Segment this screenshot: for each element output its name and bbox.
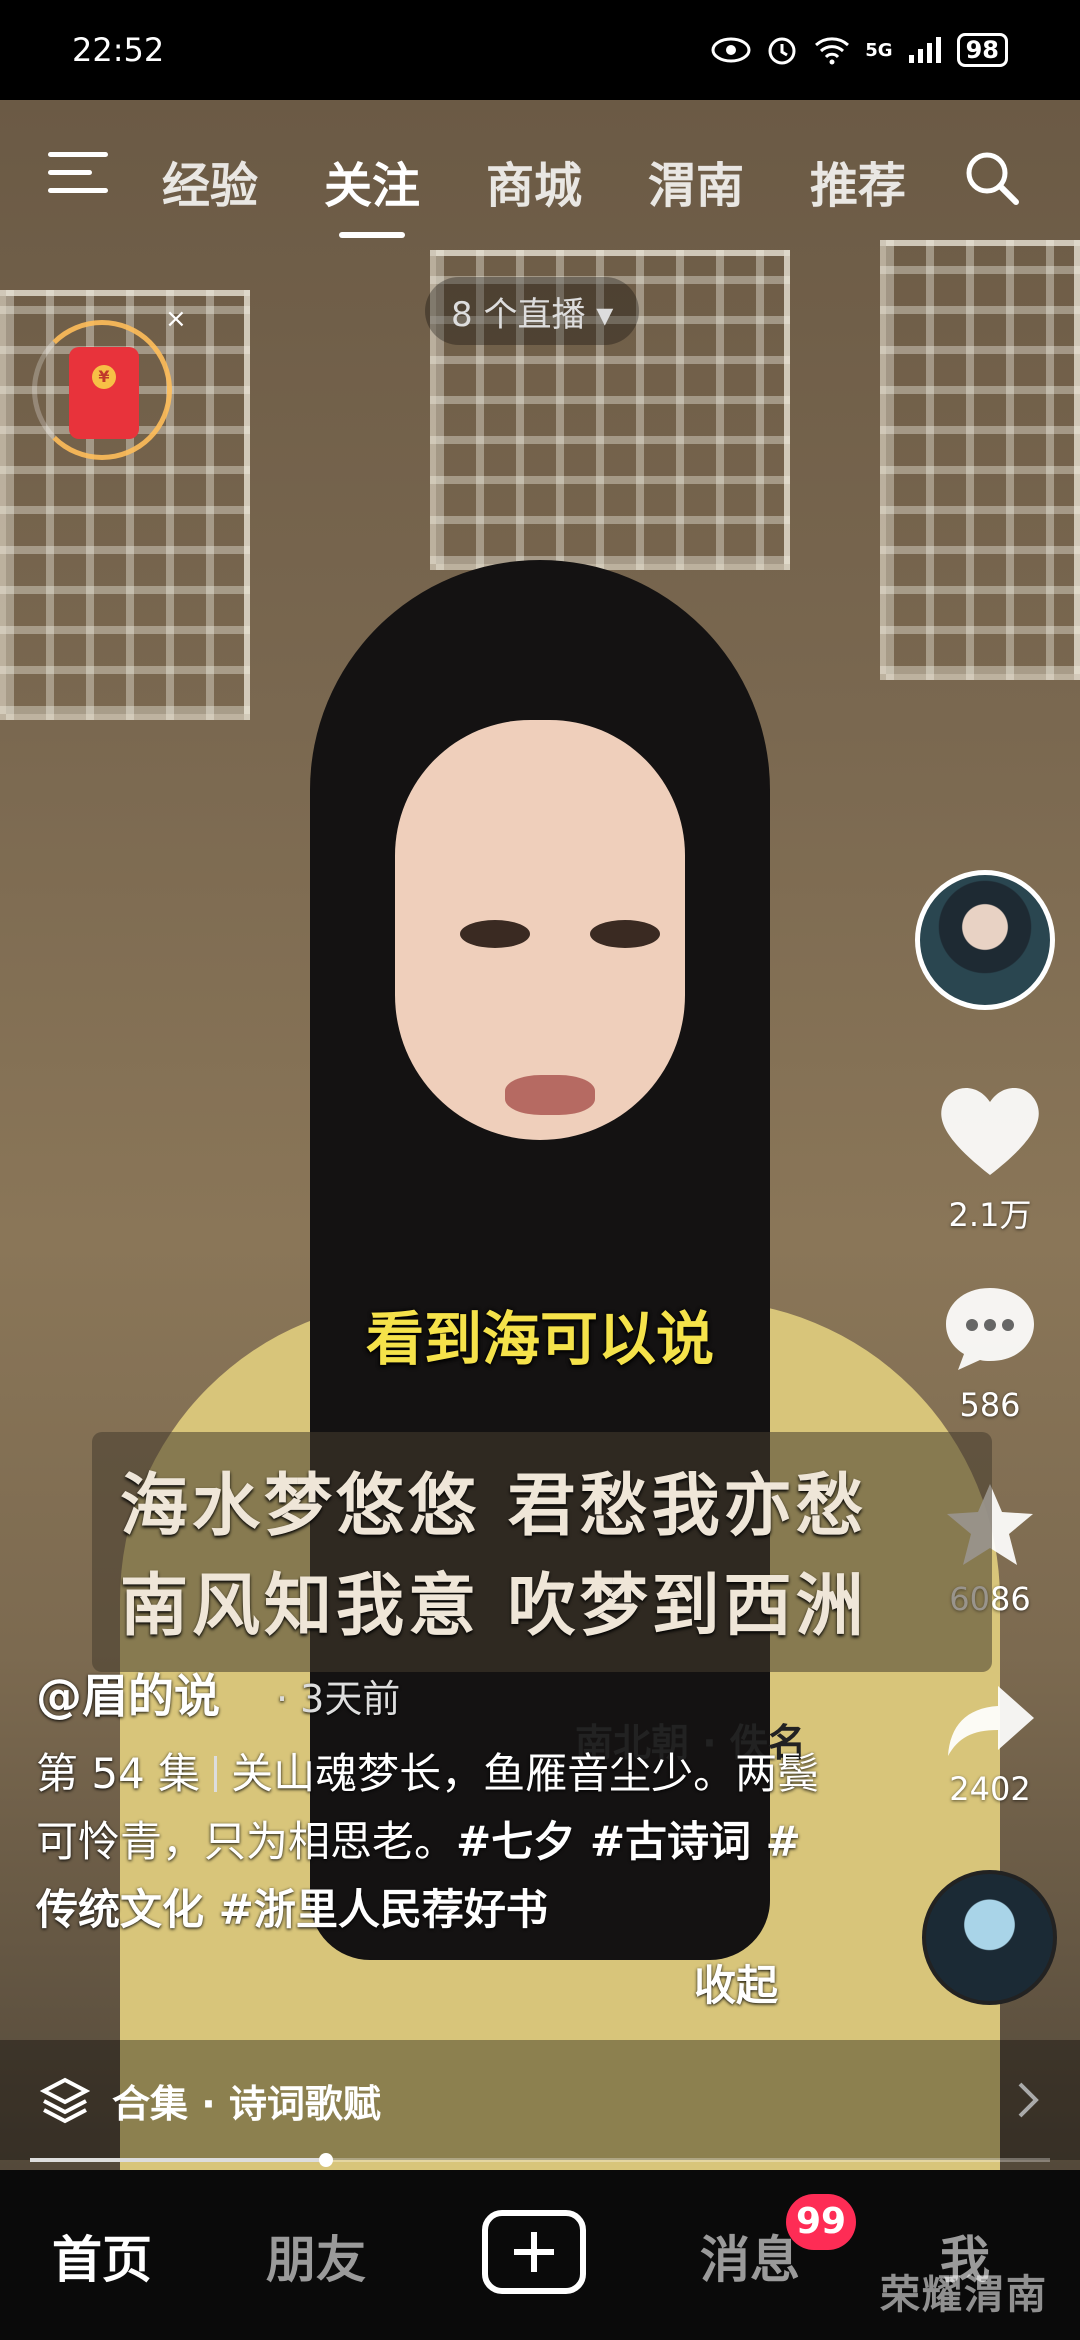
menu-icon[interactable] — [48, 152, 108, 198]
progress-knob[interactable] — [318, 2153, 333, 2167]
top-nav: 经验 关注 商城 渭南 推荐 — [0, 130, 1080, 238]
person-eye-left — [460, 920, 530, 948]
watermark-logo: 荣耀渭南 — [880, 2272, 1048, 2318]
status-time: 22:52 — [72, 31, 165, 69]
red-envelope-icon — [69, 347, 139, 439]
poem-line-2: 南风知我意 吹梦到西洲 — [120, 1566, 868, 1646]
nav-messages[interactable]: 消息 — [700, 2220, 800, 2292]
comment-count: 586 — [959, 1386, 1021, 1424]
tab-recommend[interactable]: 推荐 — [810, 146, 906, 216]
search-icon[interactable] — [962, 148, 1022, 208]
video-progress-bar[interactable] — [30, 2153, 1050, 2167]
network-type: 5G — [865, 39, 893, 61]
red-packet-widget[interactable]: ¥ — [32, 320, 172, 460]
collapse-button[interactable]: 收起 — [694, 1952, 778, 2013]
like-count: 2.1万 — [948, 1196, 1032, 1234]
live-count-pill[interactable]: 8 个直播 ▾ — [425, 277, 640, 345]
author-avatar[interactable] — [915, 870, 1055, 1010]
collection-bar[interactable]: 合集 · 诗词歌赋 — [0, 2040, 1080, 2160]
wifi-icon — [815, 37, 850, 65]
progress-fill — [30, 2158, 326, 2162]
video-subtitle: 看到海可以说 — [365, 1305, 714, 1373]
poem-caption-box: 海水梦悠悠 君愁我亦愁 南风知我意 吹梦到西洲 — [92, 1432, 992, 1672]
chevron-right-icon — [1018, 2082, 1039, 2118]
create-plus-button[interactable] — [482, 2210, 586, 2294]
nav-friends[interactable]: 朋友 — [266, 2220, 366, 2292]
messages-badge: 99 — [786, 2194, 857, 2250]
person-eye-right — [590, 920, 660, 948]
signal-icon — [908, 37, 941, 63]
person-mouth — [505, 1075, 595, 1115]
tab-mall[interactable]: 商城 — [486, 146, 582, 216]
share-arrow-icon — [948, 1686, 1034, 1756]
nav-home[interactable]: 首页 — [52, 2220, 152, 2292]
music-disc-avatar[interactable] — [922, 1870, 1057, 2005]
divider — [214, 1756, 218, 1792]
share-button[interactable]: 2402 — [915, 1680, 1065, 1808]
author-name[interactable]: @眉的说 — [36, 1660, 220, 1726]
status-bar: 22:52 5G 98 — [0, 0, 1080, 100]
window-lattice-right — [880, 240, 1080, 680]
battery-indicator: 98 — [956, 33, 1008, 67]
tab-weinan[interactable]: 渭南 — [648, 146, 744, 216]
like-button[interactable]: 2.1万 — [915, 1080, 1065, 1236]
poem-line-1: 海水梦悠悠 君愁我亦愁 — [120, 1466, 868, 1546]
yuan-coin-icon: ¥ — [92, 365, 116, 389]
eye-icon — [711, 37, 751, 63]
tab-experience[interactable]: 经验 — [162, 146, 258, 216]
tab-following[interactable]: 关注 — [324, 146, 420, 238]
heart-icon — [941, 1087, 1039, 1175]
post-description: 第 54 集关山魂梦长，鱼雁音尘少。两鬓可怜青，只为相思老。#七夕 #古诗词 #… — [36, 1740, 836, 1944]
alarm-icon — [768, 37, 796, 65]
episode-label: 第 54 集 — [36, 1749, 201, 1798]
close-icon[interactable]: × — [165, 304, 187, 334]
layers-icon — [40, 2077, 90, 2124]
side-actions: 2.1万 586 6086 2402 — [915, 870, 1065, 1808]
collection-label: 合集 · 诗词歌赋 — [112, 2081, 381, 2126]
post-time: · 3天前 — [276, 1677, 401, 1721]
share-count: 2402 — [949, 1770, 1031, 1808]
